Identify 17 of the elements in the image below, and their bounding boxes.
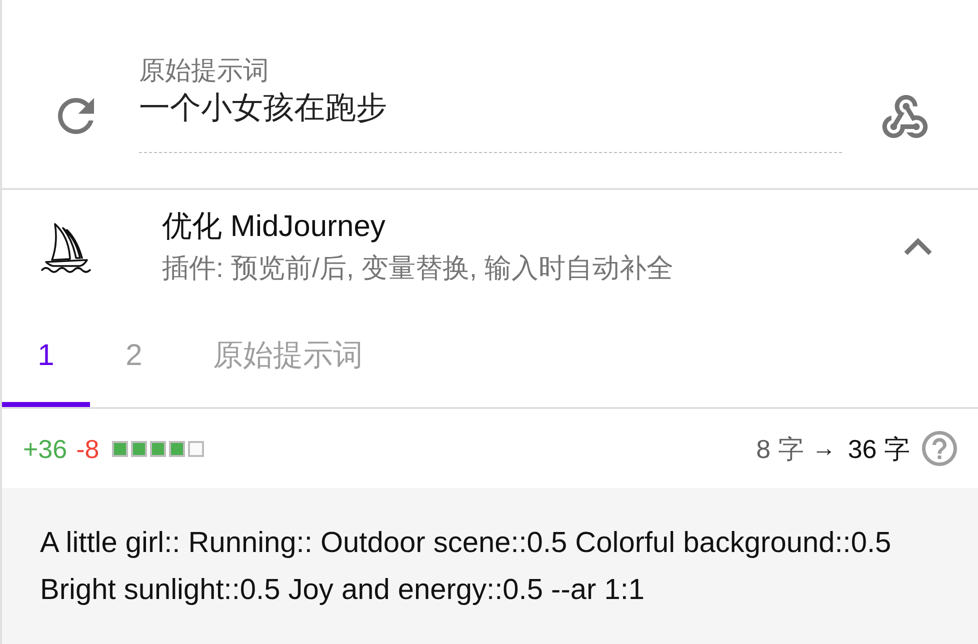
chevron-up-icon (904, 238, 932, 255)
sailboat-icon (40, 220, 92, 272)
prompt-field[interactable]: 原始提示词 一个小女孩在跑步 (139, 55, 842, 153)
arrow-text: → (812, 434, 836, 464)
added-count: +36 (23, 432, 68, 464)
result-text: A little girl:: Running:: Outdoor scene::0.5 Colorful background::0.5 Bright sunlight::0.5 Joy and energy::0.5 --ar 1:1 (40, 526, 892, 608)
section-subtitle: 插件: 预览前/后, 变量替换, 输入时自动补全 (162, 252, 674, 284)
field-label: 原始提示词 (139, 55, 269, 85)
webhook-icon (882, 94, 928, 138)
section-title: 优化 MidJourney (162, 208, 386, 244)
removed-count: -8 (76, 432, 100, 464)
original-length: 8 字 (756, 432, 804, 464)
webhook-button[interactable] (881, 92, 929, 140)
result-length: 36 字 (848, 432, 910, 464)
help-icon[interactable] (922, 431, 957, 466)
refresh-icon (58, 98, 94, 134)
tab[interactable]: 1 (2, 303, 90, 407)
